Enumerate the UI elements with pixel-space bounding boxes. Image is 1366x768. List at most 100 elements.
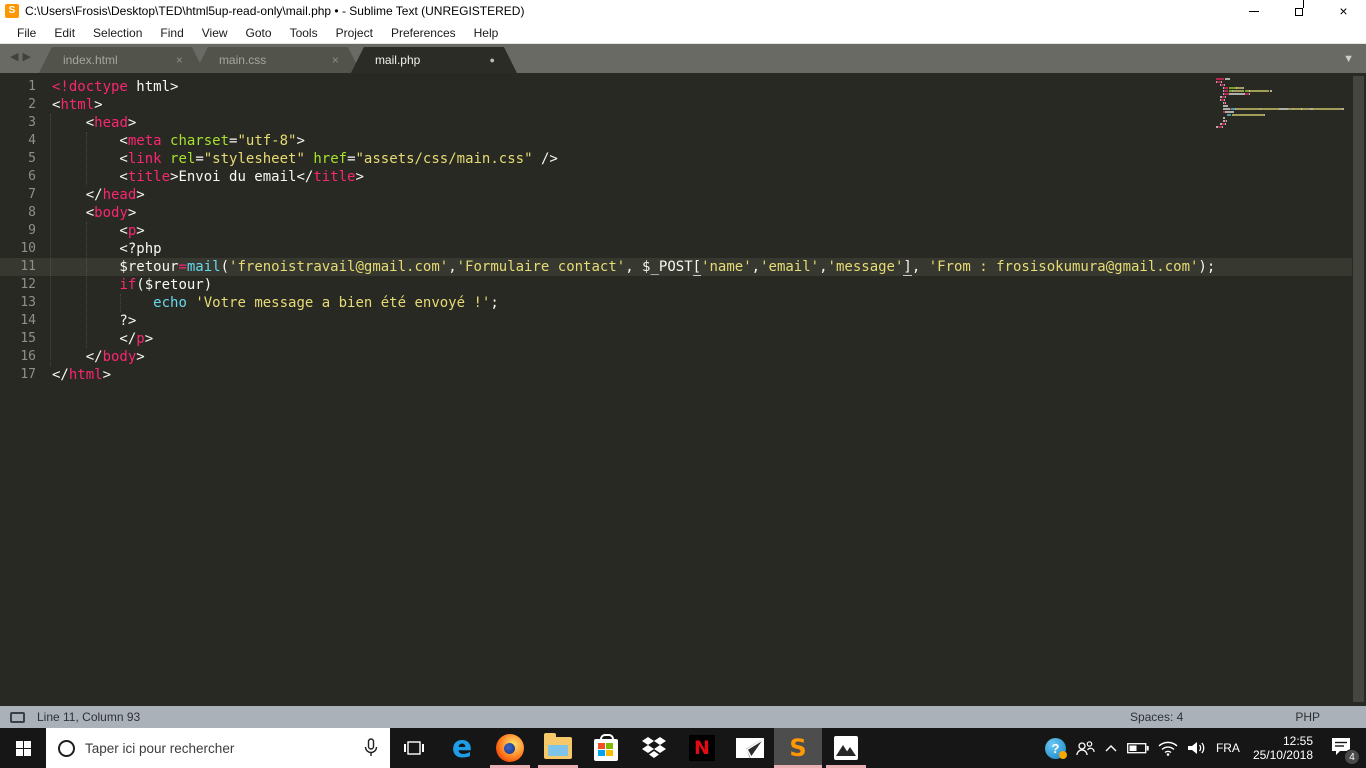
code-text: <html> xyxy=(52,97,103,113)
taskbar-search[interactable] xyxy=(46,728,390,768)
sublime-logo-icon: S xyxy=(5,4,19,18)
menu-item-edit[interactable]: Edit xyxy=(45,22,84,43)
code-line-14[interactable]: 14 ?> xyxy=(0,312,1366,330)
start-button[interactable] xyxy=(0,728,46,768)
chevron-up-icon[interactable] xyxy=(1104,743,1118,753)
line-number: 9 xyxy=(28,223,36,238)
menu-item-selection[interactable]: Selection xyxy=(84,22,151,43)
sublime-text-icon: S xyxy=(789,734,807,762)
code-text: </body> xyxy=(52,349,145,365)
restore-icon xyxy=(1294,0,1304,16)
taskbar-app-explorer[interactable] xyxy=(534,728,582,768)
code-line-3[interactable]: 3 <head> xyxy=(0,114,1366,132)
tab-label: main.css xyxy=(218,53,267,67)
code-line-1[interactable]: 1 <!doctype html> xyxy=(0,78,1366,96)
tab-close-icon[interactable]: × xyxy=(332,53,339,67)
line-number: 11 xyxy=(20,259,36,274)
dirty-indicator-icon[interactable]: ● xyxy=(490,55,495,65)
code-line-10[interactable]: 10 <?php xyxy=(0,240,1366,258)
people-icon[interactable] xyxy=(1075,739,1095,757)
line-number: 5 xyxy=(28,151,36,166)
code-text: <body> xyxy=(52,205,137,221)
search-input[interactable] xyxy=(85,740,364,756)
photos-icon xyxy=(834,736,858,760)
help-tray-icon[interactable]: ? xyxy=(1044,737,1067,759)
line-number: 3 xyxy=(28,115,36,130)
code-line-13[interactable]: 13 echo 'Votre message a bien été envoyé… xyxy=(0,294,1366,312)
indentation-setting[interactable]: Spaces: 4 xyxy=(1130,710,1183,724)
clock[interactable]: 12:55 25/10/2018 xyxy=(1249,734,1317,762)
tab-bar: ◀ ▶ index.html × main.css × mail.php ● ▼ xyxy=(0,44,1366,73)
code-line-11[interactable]: 11 $retour=mail('frenoistravail@gmail.co… xyxy=(0,258,1366,276)
task-view-button[interactable] xyxy=(390,728,438,768)
line-number: 4 xyxy=(28,133,36,148)
code-line-8[interactable]: 8 <body> xyxy=(0,204,1366,222)
menu-item-preferences[interactable]: Preferences xyxy=(382,22,465,43)
taskbar-app-netflix[interactable]: N xyxy=(678,728,726,768)
code-line-17[interactable]: 17 </html> xyxy=(0,366,1366,384)
menu-item-file[interactable]: File xyxy=(8,22,45,43)
tab-label: mail.php xyxy=(374,53,421,67)
close-button[interactable]: × xyxy=(1321,0,1366,22)
minimap[interactable] xyxy=(1216,78,1348,129)
line-number: 16 xyxy=(20,349,36,364)
battery-icon[interactable] xyxy=(1126,742,1149,754)
code-text: <?php xyxy=(52,241,162,257)
code-line-7[interactable]: 7 </head> xyxy=(0,186,1366,204)
language-indicator[interactable]: FRA xyxy=(1216,741,1240,755)
minimize-button[interactable] xyxy=(1231,0,1276,22)
code-editor[interactable]: 1 <!doctype html> 2 <html> 3 <head> 4 <meta c… xyxy=(0,73,1366,706)
taskbar-app-edge[interactable]: e xyxy=(438,728,486,768)
code-area: 1 <!doctype html> 2 <html> 3 <head> 4 <meta c… xyxy=(0,73,1366,706)
menu-item-find[interactable]: Find xyxy=(151,22,192,43)
menu-item-help[interactable]: Help xyxy=(465,22,508,43)
taskbar-app-store[interactable] xyxy=(582,728,630,768)
window-title: C:\Users\Frosis\Desktop\TED\html5up-read… xyxy=(25,4,525,18)
tab-close-icon[interactable]: × xyxy=(176,53,183,67)
tab-nav-right-icon[interactable]: ▶ xyxy=(22,50,30,63)
minimize-icon xyxy=(1248,10,1259,12)
tab-nav-left-icon[interactable]: ◀ xyxy=(10,50,18,63)
syntax-mode[interactable]: PHP xyxy=(1295,710,1320,724)
code-line-9[interactable]: 9 <p> xyxy=(0,222,1366,240)
line-number: 17 xyxy=(20,367,36,382)
code-line-5[interactable]: 5 <link rel="stylesheet" href="assets/cs… xyxy=(0,150,1366,168)
taskbar-app-mail[interactable] xyxy=(726,728,774,768)
clock-date: 25/10/2018 xyxy=(1252,748,1313,762)
wifi-icon[interactable] xyxy=(1158,741,1178,756)
line-number: 12 xyxy=(20,277,36,292)
code-text: </html> xyxy=(52,367,112,383)
action-center-button[interactable]: 4 xyxy=(1330,736,1360,765)
volume-icon[interactable] xyxy=(1187,740,1207,756)
windows-taskbar: e N S ? xyxy=(0,728,1366,768)
menu-item-tools[interactable]: Tools xyxy=(281,22,327,43)
taskbar-app-firefox[interactable] xyxy=(486,728,534,768)
code-line-6[interactable]: 6 <title>Envoi du email</title> xyxy=(0,168,1366,186)
tab-overflow-icon[interactable]: ▼ xyxy=(1343,53,1354,65)
panel-toggle-icon[interactable] xyxy=(10,711,25,723)
menu-item-project[interactable]: Project xyxy=(327,22,382,43)
menu-item-view[interactable]: View xyxy=(193,22,237,43)
code-line-15[interactable]: 15 </p> xyxy=(0,330,1366,348)
code-line-2[interactable]: 2 <html> xyxy=(0,96,1366,114)
firefox-icon xyxy=(496,734,524,762)
code-line-16[interactable]: 16 </body> xyxy=(0,348,1366,366)
line-number: 2 xyxy=(28,97,36,112)
line-number: 10 xyxy=(20,241,36,256)
tab-mail.php[interactable]: mail.php ● xyxy=(351,47,517,73)
tab-index.html[interactable]: index.html × xyxy=(39,47,205,73)
tab-main.css[interactable]: main.css × xyxy=(195,47,361,73)
restore-button[interactable] xyxy=(1276,0,1321,22)
vertical-scrollbar[interactable] xyxy=(1353,76,1364,702)
taskbar-app-photos[interactable] xyxy=(822,728,870,768)
status-bar: Line 11, Column 93 Spaces: 4 PHP xyxy=(0,706,1366,728)
taskbar-app-sublime[interactable]: S xyxy=(774,728,822,768)
menu-item-goto[interactable]: Goto xyxy=(237,22,281,43)
code-text: $retour=mail('frenoistravail@gmail.com',… xyxy=(52,259,1216,276)
line-number: 13 xyxy=(20,295,36,310)
taskbar-app-dropbox[interactable] xyxy=(630,728,678,768)
clock-time: 12:55 xyxy=(1282,734,1313,748)
microphone-icon[interactable] xyxy=(364,738,378,758)
code-line-4[interactable]: 4 <meta charset="utf-8"> xyxy=(0,132,1366,150)
code-line-12[interactable]: 12 if($retour) xyxy=(0,276,1366,294)
